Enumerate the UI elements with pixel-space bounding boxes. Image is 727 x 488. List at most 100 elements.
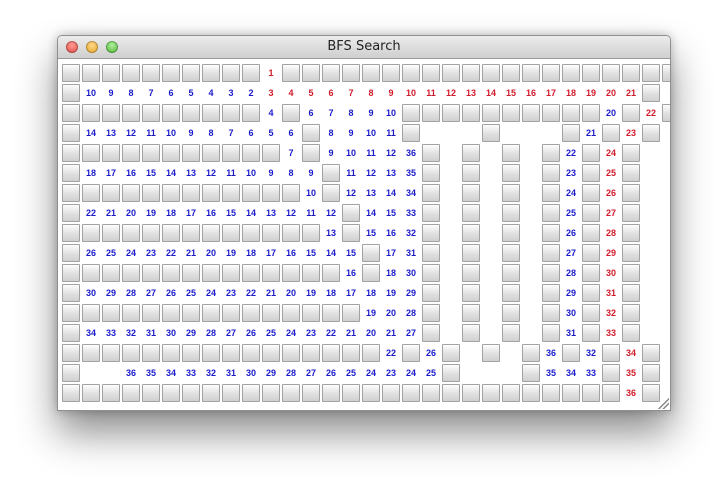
distance-cell[interactable]: 36 (542, 344, 560, 362)
empty-cell[interactable] (442, 144, 460, 162)
wall-cell[interactable] (62, 304, 80, 322)
wall-cell[interactable] (302, 124, 320, 142)
distance-cell[interactable]: 34 (402, 184, 420, 202)
distance-cell[interactable]: 9 (342, 124, 360, 142)
wall-cell[interactable] (622, 184, 640, 202)
wall-cell[interactable] (262, 144, 280, 162)
wall-cell[interactable] (582, 104, 600, 122)
wall-cell[interactable] (362, 344, 380, 362)
distance-cell[interactable]: 17 (342, 284, 360, 302)
distance-cell[interactable]: 12 (282, 204, 300, 222)
wall-cell[interactable] (202, 344, 220, 362)
distance-cell[interactable]: 22 (382, 344, 400, 362)
wall-cell[interactable] (542, 64, 560, 82)
wall-cell[interactable] (422, 284, 440, 302)
distance-cell[interactable]: 29 (262, 364, 280, 382)
wall-cell[interactable] (262, 384, 280, 402)
wall-cell[interactable] (582, 324, 600, 342)
wall-cell[interactable] (542, 144, 560, 162)
empty-cell[interactable] (462, 364, 480, 382)
highlight-distance-cell[interactable]: 21 (622, 84, 640, 102)
distance-cell[interactable]: 7 (142, 84, 160, 102)
distance-cell[interactable]: 7 (222, 124, 240, 142)
distance-cell[interactable]: 5 (182, 84, 200, 102)
wall-cell[interactable] (122, 144, 140, 162)
empty-cell[interactable] (442, 164, 460, 182)
wall-cell[interactable] (282, 184, 300, 202)
distance-cell[interactable]: 6 (282, 124, 300, 142)
wall-cell[interactable] (242, 304, 260, 322)
wall-cell[interactable] (82, 264, 100, 282)
wall-cell[interactable] (342, 344, 360, 362)
wall-cell[interactable] (622, 64, 640, 82)
distance-cell[interactable]: 12 (122, 124, 140, 142)
distance-cell[interactable]: 25 (182, 284, 200, 302)
wall-cell[interactable] (82, 64, 100, 82)
highlight-distance-cell[interactable]: 4 (282, 84, 300, 102)
distance-cell[interactable]: 21 (342, 324, 360, 342)
distance-cell[interactable]: 25 (342, 364, 360, 382)
wall-cell[interactable] (182, 384, 200, 402)
wall-cell[interactable] (462, 244, 480, 262)
distance-cell[interactable]: 14 (362, 204, 380, 222)
wall-cell[interactable] (522, 384, 540, 402)
highlight-distance-cell[interactable]: 31 (602, 284, 620, 302)
wall-cell[interactable] (582, 204, 600, 222)
highlight-distance-cell[interactable]: 6 (322, 84, 340, 102)
wall-cell[interactable] (182, 344, 200, 362)
distance-cell[interactable]: 12 (382, 144, 400, 162)
wall-cell[interactable] (342, 64, 360, 82)
wall-cell[interactable] (282, 104, 300, 122)
wall-cell[interactable] (422, 184, 440, 202)
wall-cell[interactable] (422, 204, 440, 222)
distance-cell[interactable]: 27 (562, 244, 580, 262)
wall-cell[interactable] (222, 304, 240, 322)
wall-cell[interactable] (582, 184, 600, 202)
wall-cell[interactable] (562, 104, 580, 122)
wall-cell[interactable] (462, 64, 480, 82)
distance-cell[interactable]: 11 (302, 204, 320, 222)
highlight-distance-cell[interactable]: 11 (422, 84, 440, 102)
distance-cell[interactable]: 10 (302, 184, 320, 202)
wall-cell[interactable] (502, 384, 520, 402)
wall-cell[interactable] (482, 64, 500, 82)
distance-cell[interactable]: 10 (162, 124, 180, 142)
wall-cell[interactable] (582, 304, 600, 322)
distance-cell[interactable]: 30 (242, 364, 260, 382)
wall-cell[interactable] (82, 224, 100, 242)
wall-cell[interactable] (402, 64, 420, 82)
wall-cell[interactable] (182, 224, 200, 242)
wall-cell[interactable] (402, 124, 420, 142)
distance-cell[interactable]: 11 (142, 124, 160, 142)
highlight-distance-cell[interactable]: 3 (262, 84, 280, 102)
wall-cell[interactable] (62, 224, 80, 242)
wall-cell[interactable] (262, 184, 280, 202)
wall-cell[interactable] (222, 344, 240, 362)
wall-cell[interactable] (622, 304, 640, 322)
distance-cell[interactable]: 12 (322, 204, 340, 222)
distance-cell[interactable]: 10 (342, 144, 360, 162)
distance-cell[interactable]: 16 (202, 204, 220, 222)
highlight-distance-cell[interactable]: 36 (622, 384, 640, 402)
wall-cell[interactable] (342, 204, 360, 222)
distance-cell[interactable]: 15 (362, 224, 380, 242)
empty-cell[interactable] (482, 224, 500, 242)
distance-cell[interactable]: 6 (162, 84, 180, 102)
distance-cell[interactable]: 17 (182, 204, 200, 222)
wall-cell[interactable] (242, 184, 260, 202)
wall-cell[interactable] (222, 384, 240, 402)
distance-cell[interactable]: 24 (362, 364, 380, 382)
wall-cell[interactable] (162, 144, 180, 162)
wall-cell[interactable] (622, 144, 640, 162)
wall-cell[interactable] (202, 184, 220, 202)
wall-cell[interactable] (542, 204, 560, 222)
wall-cell[interactable] (602, 364, 620, 382)
wall-cell[interactable] (62, 364, 80, 382)
wall-cell[interactable] (202, 384, 220, 402)
distance-cell[interactable]: 11 (362, 144, 380, 162)
wall-cell[interactable] (582, 64, 600, 82)
wall-cell[interactable] (322, 184, 340, 202)
distance-cell[interactable]: 18 (382, 264, 400, 282)
distance-cell[interactable]: 34 (562, 364, 580, 382)
wall-cell[interactable] (62, 204, 80, 222)
